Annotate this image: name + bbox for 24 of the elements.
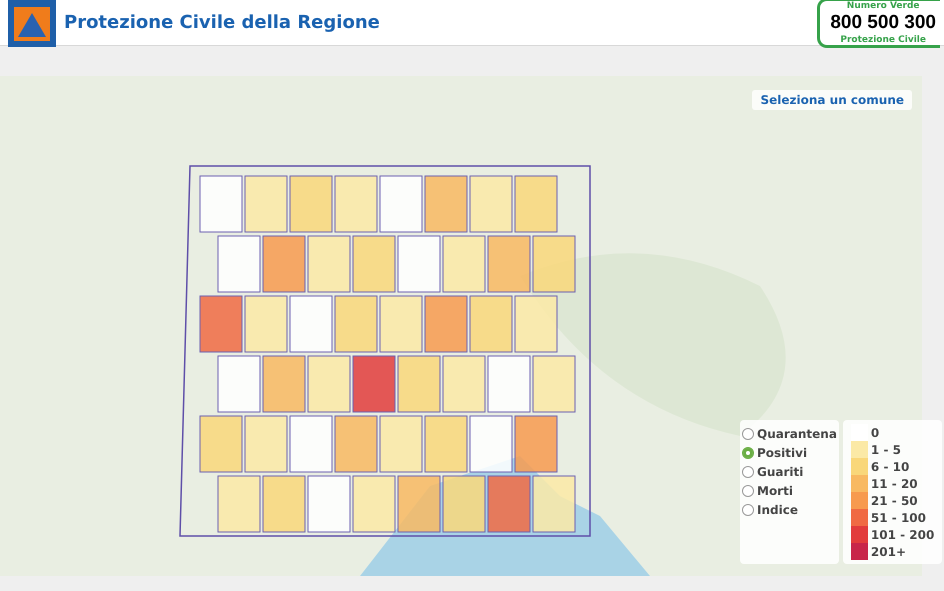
logo-icon bbox=[8, 0, 56, 46]
layer-option[interactable]: Indice bbox=[742, 500, 837, 519]
legend-label: 101 - 200 bbox=[870, 528, 934, 542]
hotline-caption: Protezione Civile bbox=[840, 34, 926, 44]
legend-label: 21 - 50 bbox=[870, 494, 918, 508]
radio-button[interactable] bbox=[742, 446, 754, 458]
layer-option[interactable]: Morti bbox=[742, 481, 837, 500]
legend-label: 6 - 10 bbox=[870, 460, 910, 474]
radio-button[interactable] bbox=[742, 484, 754, 496]
radio-button[interactable] bbox=[742, 466, 754, 478]
layer-option[interactable]: Quarantena bbox=[742, 424, 837, 443]
legend-label: 1 - 5 bbox=[870, 442, 901, 456]
hotline-number: 800 500 300 bbox=[830, 12, 936, 32]
page-title: Protezione Civile della Regione bbox=[64, 12, 381, 33]
legend-label: 11 - 20 bbox=[870, 476, 918, 490]
layer-option[interactable]: Positivi bbox=[742, 443, 837, 462]
layer-option[interactable]: Guariti bbox=[742, 462, 837, 481]
radio-button[interactable] bbox=[742, 428, 754, 440]
legend-label: 0 bbox=[870, 426, 880, 440]
legend-label: 51 - 100 bbox=[870, 510, 926, 524]
legend-label: 201+ bbox=[870, 544, 906, 558]
select-municipality-label[interactable]: Seleziona un comune bbox=[752, 90, 912, 110]
radio-button[interactable] bbox=[742, 504, 754, 516]
hotline-caption: Numero Verde bbox=[846, 0, 920, 10]
